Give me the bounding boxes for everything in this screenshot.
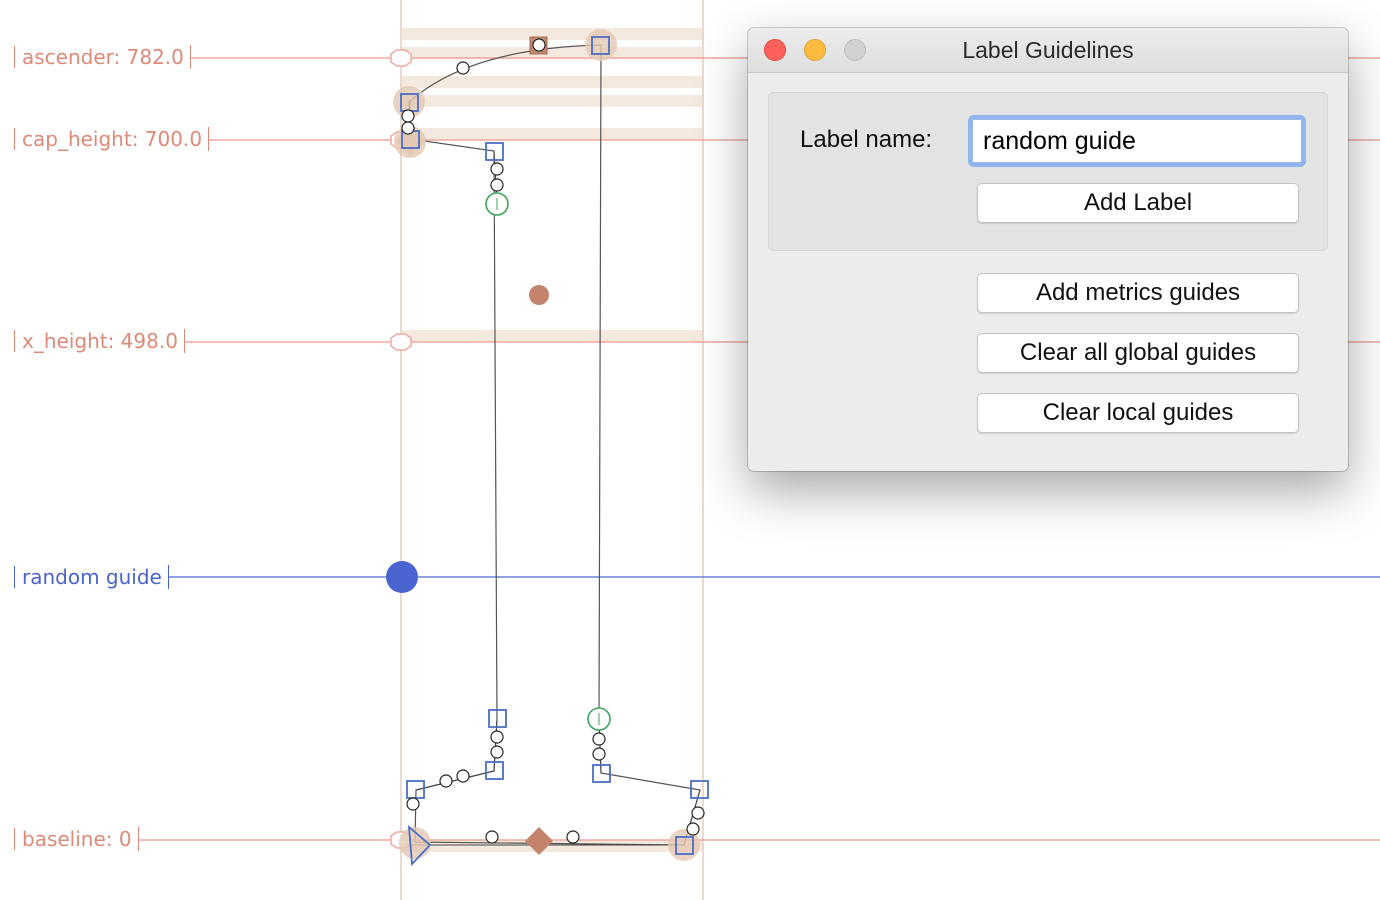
clear-local-guides-button[interactable]: Clear local guides <box>977 393 1299 433</box>
glyph-outline[interactable] <box>408 44 701 846</box>
off-curve-points[interactable] <box>401 38 705 844</box>
anchor-center[interactable] <box>529 285 549 305</box>
guide-label-random[interactable]: random guide <box>0 565 169 589</box>
clear-all-global-guides-button[interactable]: Clear all global guides <box>977 333 1299 373</box>
label-name-caption: Label name: <box>800 126 933 153</box>
add-metrics-guides-button[interactable]: Add metrics guides <box>977 273 1299 313</box>
dialog-titlebar[interactable]: Label Guidelines <box>748 28 1348 73</box>
guide-label-x-height[interactable]: x_height: 498.0 <box>0 329 185 353</box>
random-guide-origin-dot[interactable] <box>386 561 418 593</box>
guide-label-cap-height[interactable]: cap_height: 700.0 <box>0 127 210 151</box>
label-name-input[interactable] <box>968 115 1306 167</box>
add-label-button[interactable]: Add Label <box>977 183 1299 223</box>
extrema-highlights <box>393 29 700 861</box>
guide-label-baseline[interactable]: baseline: 0 <box>0 827 139 851</box>
on-curve-points[interactable] <box>400 36 709 867</box>
zone-bands <box>401 28 703 852</box>
label-guidelines-dialog: Label Guidelines Label name: Add Label A… <box>748 28 1348 471</box>
tangent-points[interactable] <box>485 192 611 731</box>
handle-lines <box>408 101 701 846</box>
guide-label-ascender[interactable]: ascender: 782.0 <box>0 45 191 69</box>
tangent-ticks <box>496 198 600 725</box>
dialog-title: Label Guidelines <box>962 37 1134 63</box>
label-group-box <box>768 92 1328 251</box>
